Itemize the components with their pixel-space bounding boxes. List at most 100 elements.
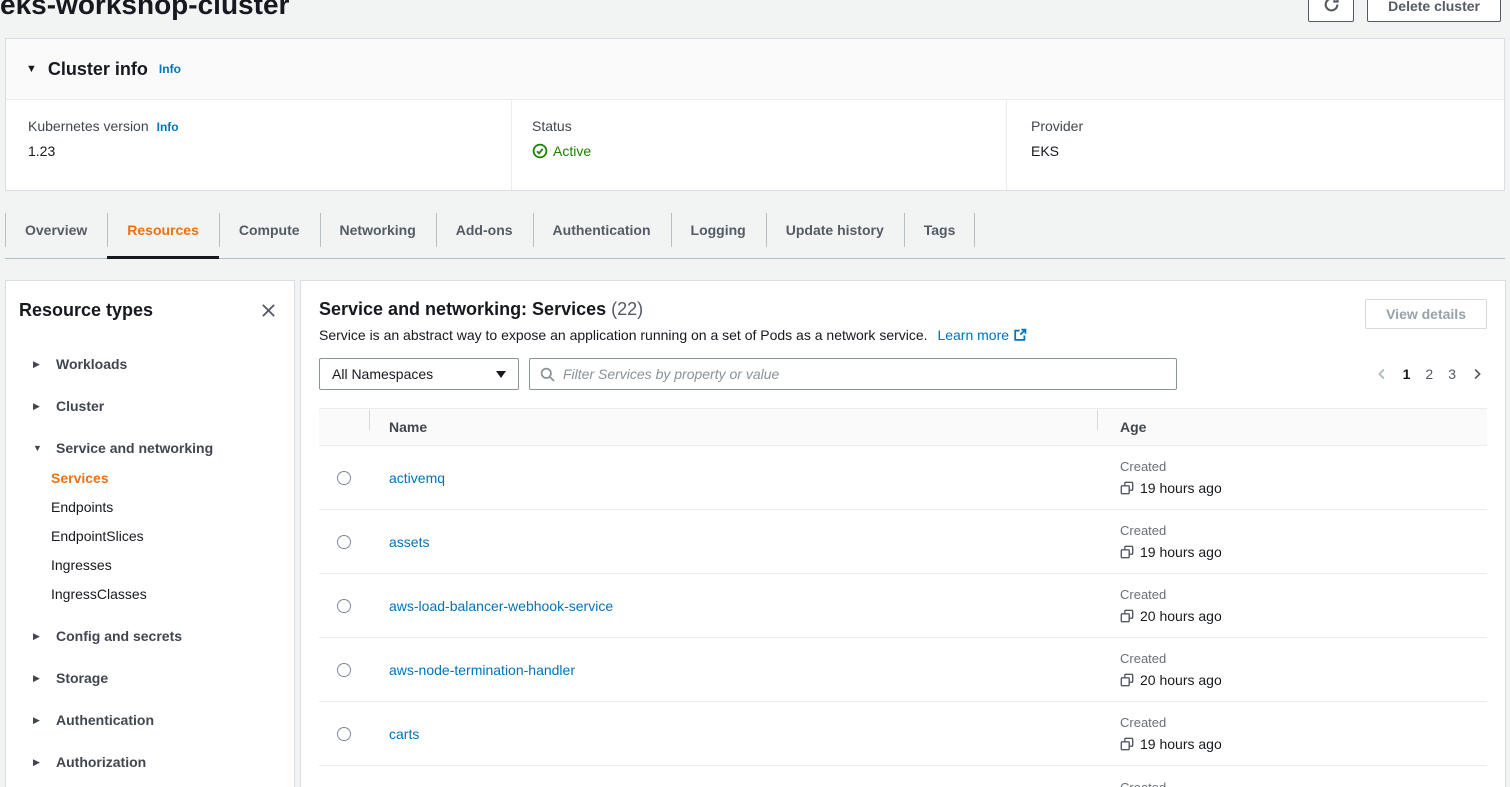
nav-item-services[interactable]: Services (51, 470, 294, 486)
page-number-2[interactable]: 2 (1425, 366, 1433, 382)
nav-group-cluster-label: Cluster (56, 398, 104, 414)
copy-icon[interactable] (1120, 673, 1134, 687)
service-link[interactable]: aws-load-balancer-webhook-service (389, 598, 613, 614)
column-header-name[interactable]: Name (369, 419, 1097, 435)
row-radio[interactable] (337, 535, 351, 549)
learn-more-link[interactable]: Learn more (937, 327, 1027, 343)
nav-group-service-and-networking[interactable]: ▼ Service and networking (6, 440, 294, 456)
table-row: Created (319, 766, 1487, 787)
table-row: aws-node-termination-handler Created 20 … (319, 638, 1487, 702)
services-description: Service is an abstract way to expose an … (319, 327, 1027, 343)
status-check-icon (532, 143, 548, 159)
age-created-label: Created (1120, 651, 1487, 666)
cluster-tabs: Overview Resources Compute Networking Ad… (5, 202, 1505, 259)
chevron-right-icon: ▶ (33, 715, 43, 726)
cluster-info-title: Cluster info (48, 59, 148, 80)
nav-group-authentication[interactable]: ▶ Authentication (6, 712, 294, 728)
nav-item-ingressclasses[interactable]: IngressClasses (51, 586, 294, 602)
kubernetes-version-info-link[interactable]: Info (157, 120, 179, 134)
cluster-info-info-link[interactable]: Info (159, 62, 181, 76)
table-row: activemq Created 19 hours ago (319, 446, 1487, 510)
age-value: 19 hours ago (1140, 544, 1222, 560)
next-page-icon[interactable] (1471, 367, 1483, 381)
chevron-right-icon: ▶ (33, 673, 43, 684)
copy-icon[interactable] (1120, 737, 1134, 751)
tab-networking[interactable]: Networking (320, 202, 436, 258)
services-table-header: Name Age (319, 408, 1487, 446)
nav-group-authorization[interactable]: ▶ Authorization (6, 754, 294, 770)
resource-types-panel: Resource types ▶ Workloads ▶ Cluster ▼ S… (5, 280, 295, 787)
cluster-info-card: ▼ Cluster info Info Kubernetes version I… (5, 38, 1505, 191)
service-link[interactable]: assets (389, 534, 429, 550)
services-count: (22) (611, 299, 643, 319)
kubernetes-version-field: Kubernetes version Info 1.23 (6, 100, 511, 190)
copy-icon[interactable] (1120, 609, 1134, 623)
nav-group-storage[interactable]: ▶ Storage (6, 670, 294, 686)
age-created-label: Created (1120, 715, 1487, 730)
close-icon[interactable] (258, 301, 278, 321)
nav-group-workloads[interactable]: ▶ Workloads (6, 356, 294, 372)
cluster-info-header[interactable]: ▼ Cluster info Info (6, 39, 1504, 100)
services-heading: Service and networking: Services (22) (319, 299, 1027, 320)
chevron-right-icon: ▶ (33, 631, 43, 642)
table-row: aws-load-balancer-webhook-service Create… (319, 574, 1487, 638)
chevron-down-icon: ▼ (33, 443, 43, 453)
previous-page-icon[interactable] (1376, 367, 1388, 381)
nav-group-service-and-networking-label: Service and networking (56, 440, 213, 456)
tab-overview[interactable]: Overview (5, 202, 107, 258)
tab-logging[interactable]: Logging (671, 202, 766, 258)
tab-tags[interactable]: Tags (904, 202, 976, 258)
tab-resources-label: Resources (127, 222, 199, 238)
service-link[interactable]: carts (389, 726, 419, 742)
refresh-button[interactable] (1308, 0, 1354, 22)
services-filter-input[interactable] (563, 366, 1166, 382)
header-actions: Delete cluster (1308, 0, 1501, 22)
nav-item-endpoints[interactable]: Endpoints (51, 499, 294, 515)
nav-item-ingresses[interactable]: Ingresses (51, 557, 294, 573)
tab-resources[interactable]: Resources (107, 202, 219, 258)
age-created-label: Created (1120, 587, 1487, 602)
row-radio[interactable] (337, 727, 351, 741)
cluster-info-body: Kubernetes version Info 1.23 Status Acti… (6, 100, 1504, 190)
copy-icon[interactable] (1120, 481, 1134, 495)
kubernetes-version-label: Kubernetes version (28, 118, 149, 134)
services-table: Name Age activemq Created 19 hours ago a… (319, 408, 1487, 787)
tab-authentication[interactable]: Authentication (533, 202, 671, 258)
services-heading-text: Service and networking: Services (319, 299, 606, 319)
delete-cluster-button[interactable]: Delete cluster (1367, 0, 1501, 22)
tab-compute[interactable]: Compute (219, 202, 320, 258)
column-header-age[interactable]: Age (1097, 419, 1487, 435)
table-row: carts Created 19 hours ago (319, 702, 1487, 766)
page-number-1[interactable]: 1 (1403, 366, 1411, 382)
row-radio[interactable] (337, 599, 351, 613)
status-field: Status Active (511, 100, 1006, 190)
view-details-button[interactable]: View details (1365, 299, 1487, 329)
chevron-right-icon: ▶ (33, 401, 43, 412)
nav-group-config-and-secrets-label: Config and secrets (56, 628, 182, 644)
collapse-triangle-icon: ▼ (26, 63, 37, 75)
page-number-3[interactable]: 3 (1448, 366, 1456, 382)
nav-group-config-and-secrets[interactable]: ▶ Config and secrets (6, 628, 294, 644)
nav-group-storage-label: Storage (56, 670, 108, 686)
service-link[interactable]: aws-node-termination-handler (389, 662, 575, 678)
namespace-select-value: All Namespaces (332, 366, 433, 382)
external-link-icon (1013, 328, 1027, 342)
age-value: 20 hours ago (1140, 672, 1222, 688)
provider-label: Provider (1031, 118, 1083, 134)
namespace-select[interactable]: All Namespaces (319, 358, 519, 390)
services-description-text: Service is an abstract way to expose an … (319, 327, 928, 343)
nav-group-authentication-label: Authentication (56, 712, 154, 728)
nav-item-endpointslices[interactable]: EndpointSlices (51, 528, 294, 544)
pagination: 1 2 3 (1376, 366, 1487, 382)
learn-more-label: Learn more (937, 327, 1009, 343)
service-link[interactable]: activemq (389, 470, 445, 486)
row-radio[interactable] (337, 471, 351, 485)
resource-types-title: Resource types (19, 300, 153, 321)
tab-add-ons[interactable]: Add-ons (436, 202, 533, 258)
provider-value: EKS (1031, 143, 1504, 159)
nav-group-cluster[interactable]: ▶ Cluster (6, 398, 294, 414)
nav-group-workloads-label: Workloads (56, 356, 127, 372)
copy-icon[interactable] (1120, 545, 1134, 559)
tab-update-history[interactable]: Update history (766, 202, 904, 258)
row-radio[interactable] (337, 663, 351, 677)
